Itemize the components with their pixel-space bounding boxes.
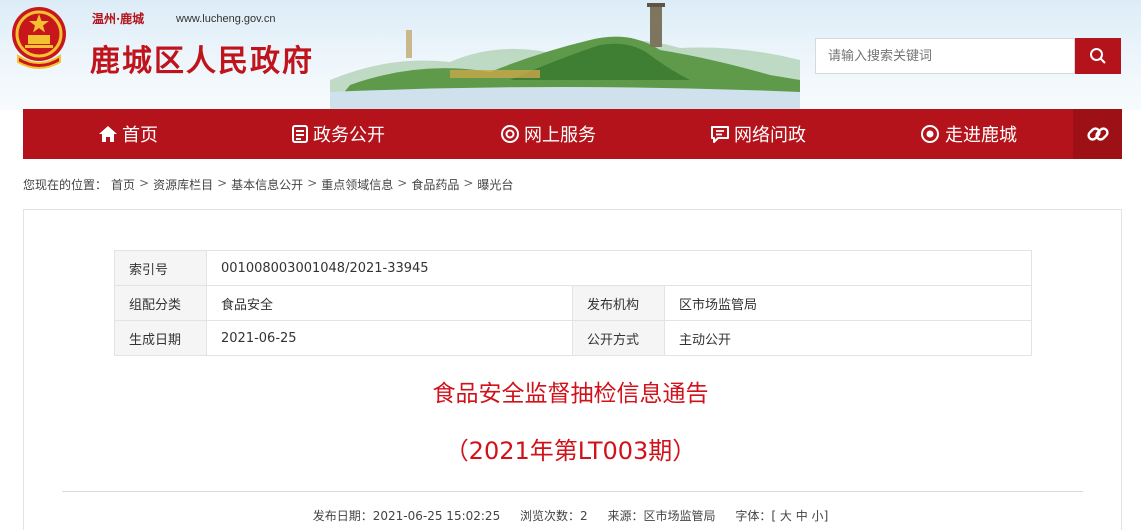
nav-item-label: 网上服务 <box>524 125 596 146</box>
category-label: 组配分类 <box>114 285 207 321</box>
eye-icon <box>921 125 939 143</box>
mode-label: 公开方式 <box>572 320 665 356</box>
divider <box>62 491 1083 492</box>
search-icon <box>1090 48 1106 64</box>
breadcrumb: 您现在的位置： 首页 > 资源库栏目 > 基本信息公开 > 重点领域信息 > 食… <box>23 176 513 193</box>
home-icon <box>99 126 117 142</box>
breadcrumb-prefix: 您现在的位置： <box>23 178 108 192</box>
table-row: 索引号 001008003001048/2021-33945 <box>114 250 1032 286</box>
font-size-label: 字体：[ <box>735 509 777 523</box>
breadcrumb-item[interactable]: 首页 <box>111 176 135 193</box>
breadcrumb-separator: > <box>397 176 408 190</box>
site-url: www.lucheng.gov.cn <box>176 13 276 25</box>
breadcrumb-separator: > <box>307 176 318 190</box>
site-title[interactable]: 鹿城区人民政府 <box>90 36 314 80</box>
national-emblem-icon <box>12 7 66 69</box>
font-large-button[interactable]: 大 <box>780 509 792 523</box>
breadcrumb-separator: > <box>139 176 150 190</box>
document-title: 食品安全监督抽检信息通告 <box>432 381 709 407</box>
breadcrumb-separator: > <box>463 176 474 190</box>
nav-item-gov-affairs[interactable]: 政务公开 <box>233 109 443 159</box>
nav-item-online-inquiry[interactable]: 网络问政 <box>653 109 863 159</box>
landscape-banner-image <box>330 3 800 110</box>
publisher-value: 区市场监管局 <box>664 285 1032 321</box>
quick-links-button[interactable] <box>1073 109 1122 159</box>
chat-icon <box>711 126 729 143</box>
breadcrumb-separator: > <box>217 176 228 190</box>
nav-item-label: 网络问政 <box>734 125 806 146</box>
main-nav: 首页 政务公开 网上服务 网络问政 走进鹿城 <box>23 109 1122 159</box>
site-header: 温州·鹿城 www.lucheng.gov.cn 鹿城区人民政府 <box>0 0 1141 110</box>
document-meta-table: 索引号 001008003001048/2021-33945 组配分类 食品安全… <box>114 250 1032 356</box>
search-input[interactable] <box>815 38 1075 74</box>
breadcrumb-item[interactable]: 基本信息公开 <box>231 176 303 193</box>
site-city: 温州·鹿城 <box>92 12 145 26</box>
mode-value: 主动公开 <box>664 320 1032 356</box>
view-count: 浏览次数：2 <box>520 509 588 523</box>
document-subtitle: （2021年第LT003期） <box>444 437 697 465</box>
breadcrumb-item[interactable]: 食品药品 <box>411 176 459 193</box>
service-icon <box>501 125 519 143</box>
date-value: 2021-06-25 <box>206 320 573 356</box>
index-label: 索引号 <box>114 250 207 286</box>
nav-item-about-lucheng[interactable]: 走进鹿城 <box>863 109 1073 159</box>
index-value: 001008003001048/2021-33945 <box>206 250 1032 286</box>
search-button[interactable] <box>1075 38 1121 74</box>
publish-info: 发布日期：2021-06-25 15:02:25 浏览次数：2 来源：区市场监管… <box>0 507 1141 524</box>
link-icon <box>1086 127 1109 141</box>
font-small-button[interactable]: 小 <box>812 509 824 523</box>
table-row: 组配分类 食品安全 发布机构 区市场监管局 <box>114 285 1032 321</box>
publisher-label: 发布机构 <box>572 285 665 321</box>
breadcrumb-item[interactable]: 资源库栏目 <box>153 176 213 193</box>
document-icon <box>292 125 308 143</box>
date-label: 生成日期 <box>114 320 207 356</box>
nav-item-home[interactable]: 首页 <box>23 109 233 159</box>
category-value: 食品安全 <box>206 285 573 321</box>
font-medium-button[interactable]: 中 <box>796 509 808 523</box>
font-size-close: ] <box>823 509 829 523</box>
nav-item-label: 政务公开 <box>313 125 385 146</box>
font-size-control: 字体：[ 大 中 小] <box>735 509 828 523</box>
nav-item-label: 走进鹿城 <box>945 125 1017 146</box>
breadcrumb-item[interactable]: 曝光台 <box>477 176 513 193</box>
nav-item-online-service[interactable]: 网上服务 <box>443 109 653 159</box>
nav-item-label: 首页 <box>122 125 158 146</box>
publish-date: 发布日期：2021-06-25 15:02:25 <box>312 509 501 523</box>
table-row: 生成日期 2021-06-25 公开方式 主动公开 <box>114 320 1032 356</box>
breadcrumb-item[interactable]: 重点领域信息 <box>321 176 393 193</box>
source: 来源：区市场监管局 <box>607 509 716 523</box>
